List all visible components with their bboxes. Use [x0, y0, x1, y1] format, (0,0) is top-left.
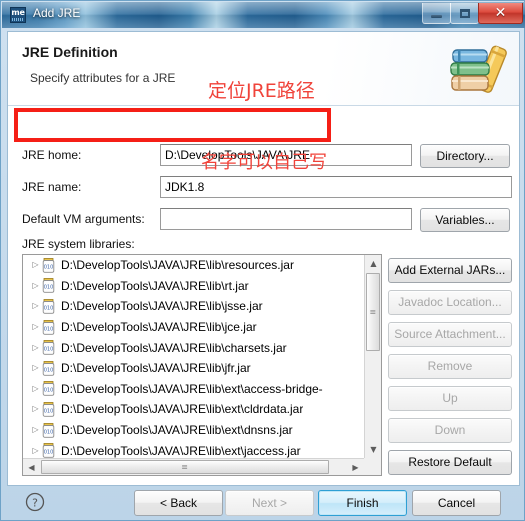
jar-file-icon: 010 [42, 278, 56, 294]
library-path-label: D:\DevelopTools\JAVA\JRE\lib\rt.jar [61, 278, 249, 293]
directory-button[interactable]: Directory... [420, 144, 510, 168]
list-item[interactable]: ▷ 010 D:\DevelopTools\JAVA\JRE\lib\jce.jar [23, 317, 364, 338]
list-item[interactable]: ▷ 010 D:\DevelopTools\JAVA\JRE\lib\jfr.jar [23, 358, 364, 379]
expand-arrow-icon[interactable]: ▷ [29, 405, 42, 413]
expand-arrow-icon[interactable]: ▷ [29, 343, 42, 352]
svg-text:?: ? [32, 497, 38, 510]
source-attachment-button: Source Attachment... [388, 322, 512, 347]
library-path-label: D:\DevelopTools\JAVA\JRE\lib\jfr.jar [61, 361, 251, 376]
svg-text:010: 010 [44, 326, 54, 332]
jre-system-libraries-label: JRE system libraries: [22, 237, 135, 251]
list-item[interactable]: ▷ 010 D:\DevelopTools\JAVA\JRE\lib\ext\acc… [23, 379, 364, 400]
minimize-button[interactable] [422, 3, 451, 24]
cancel-button[interactable]: Cancel [412, 490, 501, 516]
svg-text:010: 010 [44, 367, 54, 373]
back-button[interactable]: < Back [134, 490, 223, 516]
window-title: Add JRE [33, 6, 81, 20]
scroll-left-icon[interactable]: ◀ [23, 459, 40, 475]
scroll-right-icon[interactable]: ▶ [347, 459, 364, 475]
javadoc-location-button: Javadoc Location... [388, 290, 512, 315]
svg-text:010: 010 [44, 449, 54, 455]
list-item[interactable]: ▷ 010 D:\DevelopTools\JAVA\JRE\lib\jsse.ja… [23, 296, 364, 317]
libraries-horizontal-scrollbar[interactable]: ◀ ≡ ▶ [23, 458, 364, 475]
jar-file-icon: 010 [42, 443, 56, 458]
jre-name-label: JRE name: [22, 180, 82, 194]
vm-arguments-input[interactable] [160, 208, 412, 230]
scroll-up-icon[interactable]: ▲ [365, 255, 381, 272]
list-item[interactable]: ▷ 010 D:\DevelopTools\JAVA\JRE\lib\ext\dns… [23, 420, 364, 441]
svg-text:010: 010 [44, 305, 54, 311]
library-rows: ▷ 010 D:\DevelopTools\JAVA\JRE\lib\resourc… [23, 255, 364, 458]
expand-arrow-icon[interactable]: ▷ [29, 364, 42, 372]
window-controls: ✕ [422, 3, 523, 24]
svg-text:010: 010 [44, 346, 54, 352]
scroll-down-icon[interactable]: ▼ [365, 441, 381, 458]
remove-button: Remove [388, 354, 512, 379]
libraries-vertical-scrollbar[interactable]: ▲ ≡ ▼ [364, 255, 381, 458]
jar-file-icon: 010 [42, 360, 56, 376]
scroll-grip-h-icon: ≡ [181, 462, 189, 472]
horizontal-scroll-thumb[interactable]: ≡ [41, 460, 329, 474]
list-item[interactable]: ▷ 010 D:\DevelopTools\JAVA\JRE\lib\ext\cld… [23, 399, 364, 420]
vertical-scroll-thumb[interactable]: ≡ [366, 273, 380, 351]
add-external-jars-button[interactable]: Add External JARs... [388, 258, 512, 283]
up-button: Up [388, 386, 512, 411]
list-item[interactable]: ▷ 010 D:\DevelopTools\JAVA\JRE\lib\rt.jar [23, 276, 364, 297]
list-item[interactable]: ▷ 010 D:\DevelopTools\JAVA\JRE\lib\charset… [23, 337, 364, 358]
finish-button[interactable]: Finish [318, 490, 407, 516]
list-item[interactable]: ▷ 010 D:\DevelopTools\JAVA\JRE\lib\resourc… [23, 255, 364, 276]
window-titlebar[interactable]: me Add JRE ✕ [2, 2, 525, 28]
expand-arrow-icon[interactable]: ▷ [29, 426, 42, 434]
library-path-label: D:\DevelopTools\JAVA\JRE\lib\jce.jar [61, 320, 257, 335]
list-item[interactable]: ▷ 010 D:\DevelopTools\JAVA\JRE\lib\ext\jac… [23, 440, 364, 458]
jar-file-icon: 010 [42, 422, 56, 438]
expand-arrow-icon[interactable]: ▷ [29, 261, 42, 269]
me-app-icon: me [10, 7, 26, 23]
restore-default-button[interactable]: Restore Default [388, 450, 512, 475]
add-jre-dialog-screenshot: me Add JRE ✕ JRE Definition Specify attr… [0, 0, 525, 521]
library-path-label: D:\DevelopTools\JAVA\JRE\lib\resources.j… [61, 258, 294, 273]
jar-file-icon: 010 [42, 340, 56, 355]
variables-button[interactable]: Variables... [420, 208, 510, 232]
jar-file-icon: 010 [42, 402, 56, 417]
library-path-label: D:\DevelopTools\JAVA\JRE\lib\ext\access-… [61, 381, 323, 396]
jar-file-icon: 010 [42, 319, 56, 335]
jre-home-label: JRE home: [22, 148, 82, 162]
expand-arrow-icon[interactable]: ▷ [29, 302, 42, 310]
close-button[interactable]: ✕ [478, 3, 523, 24]
scroll-grip-icon: ≡ [369, 307, 377, 317]
expand-arrow-icon[interactable]: ▷ [29, 384, 42, 393]
help-icon[interactable]: ? [25, 492, 45, 512]
page-subtitle: Specify attributes for a JRE [30, 71, 176, 85]
jre-name-input[interactable] [160, 176, 512, 198]
expand-arrow-icon[interactable]: ▷ [29, 446, 42, 455]
svg-text:010: 010 [44, 388, 54, 394]
annotation-jre-name-text: 名字可以自己写 [201, 152, 327, 173]
close-icon: ✕ [494, 5, 507, 21]
next-button: Next > [225, 490, 314, 516]
down-button: Down [388, 418, 512, 443]
expand-arrow-icon[interactable]: ▷ [29, 281, 42, 290]
library-path-label: D:\DevelopTools\JAVA\JRE\lib\ext\dnsns.j… [61, 423, 293, 438]
books-stack-icon [447, 38, 511, 100]
library-path-label: D:\DevelopTools\JAVA\JRE\lib\charsets.ja… [61, 340, 287, 355]
maximize-button[interactable] [450, 3, 479, 24]
svg-text:010: 010 [44, 429, 54, 435]
wizard-button-bar: ? < Back Next > Finish Cancel [7, 488, 520, 521]
library-path-label: D:\DevelopTools\JAVA\JRE\lib\jsse.jar [61, 299, 263, 314]
page-title: JRE Definition [22, 44, 118, 60]
expand-arrow-icon[interactable]: ▷ [29, 323, 42, 331]
jar-file-icon: 010 [42, 299, 56, 314]
svg-text:010: 010 [44, 285, 54, 291]
jre-system-libraries-list[interactable]: ▷ 010 D:\DevelopTools\JAVA\JRE\lib\resourc… [22, 254, 382, 476]
library-path-label: D:\DevelopTools\JAVA\JRE\lib\ext\cldrdat… [61, 402, 304, 417]
jar-file-icon: 010 [42, 381, 56, 397]
library-path-label: D:\DevelopTools\JAVA\JRE\lib\ext\jaccess… [61, 443, 301, 458]
vm-arguments-label: Default VM arguments: [22, 212, 145, 226]
scrollbar-corner [364, 458, 381, 475]
svg-text:010: 010 [44, 408, 54, 414]
annotation-jre-path-text: 定位JRE路径 [208, 80, 315, 102]
svg-text:010: 010 [44, 264, 54, 270]
jar-file-icon: 010 [42, 257, 56, 273]
